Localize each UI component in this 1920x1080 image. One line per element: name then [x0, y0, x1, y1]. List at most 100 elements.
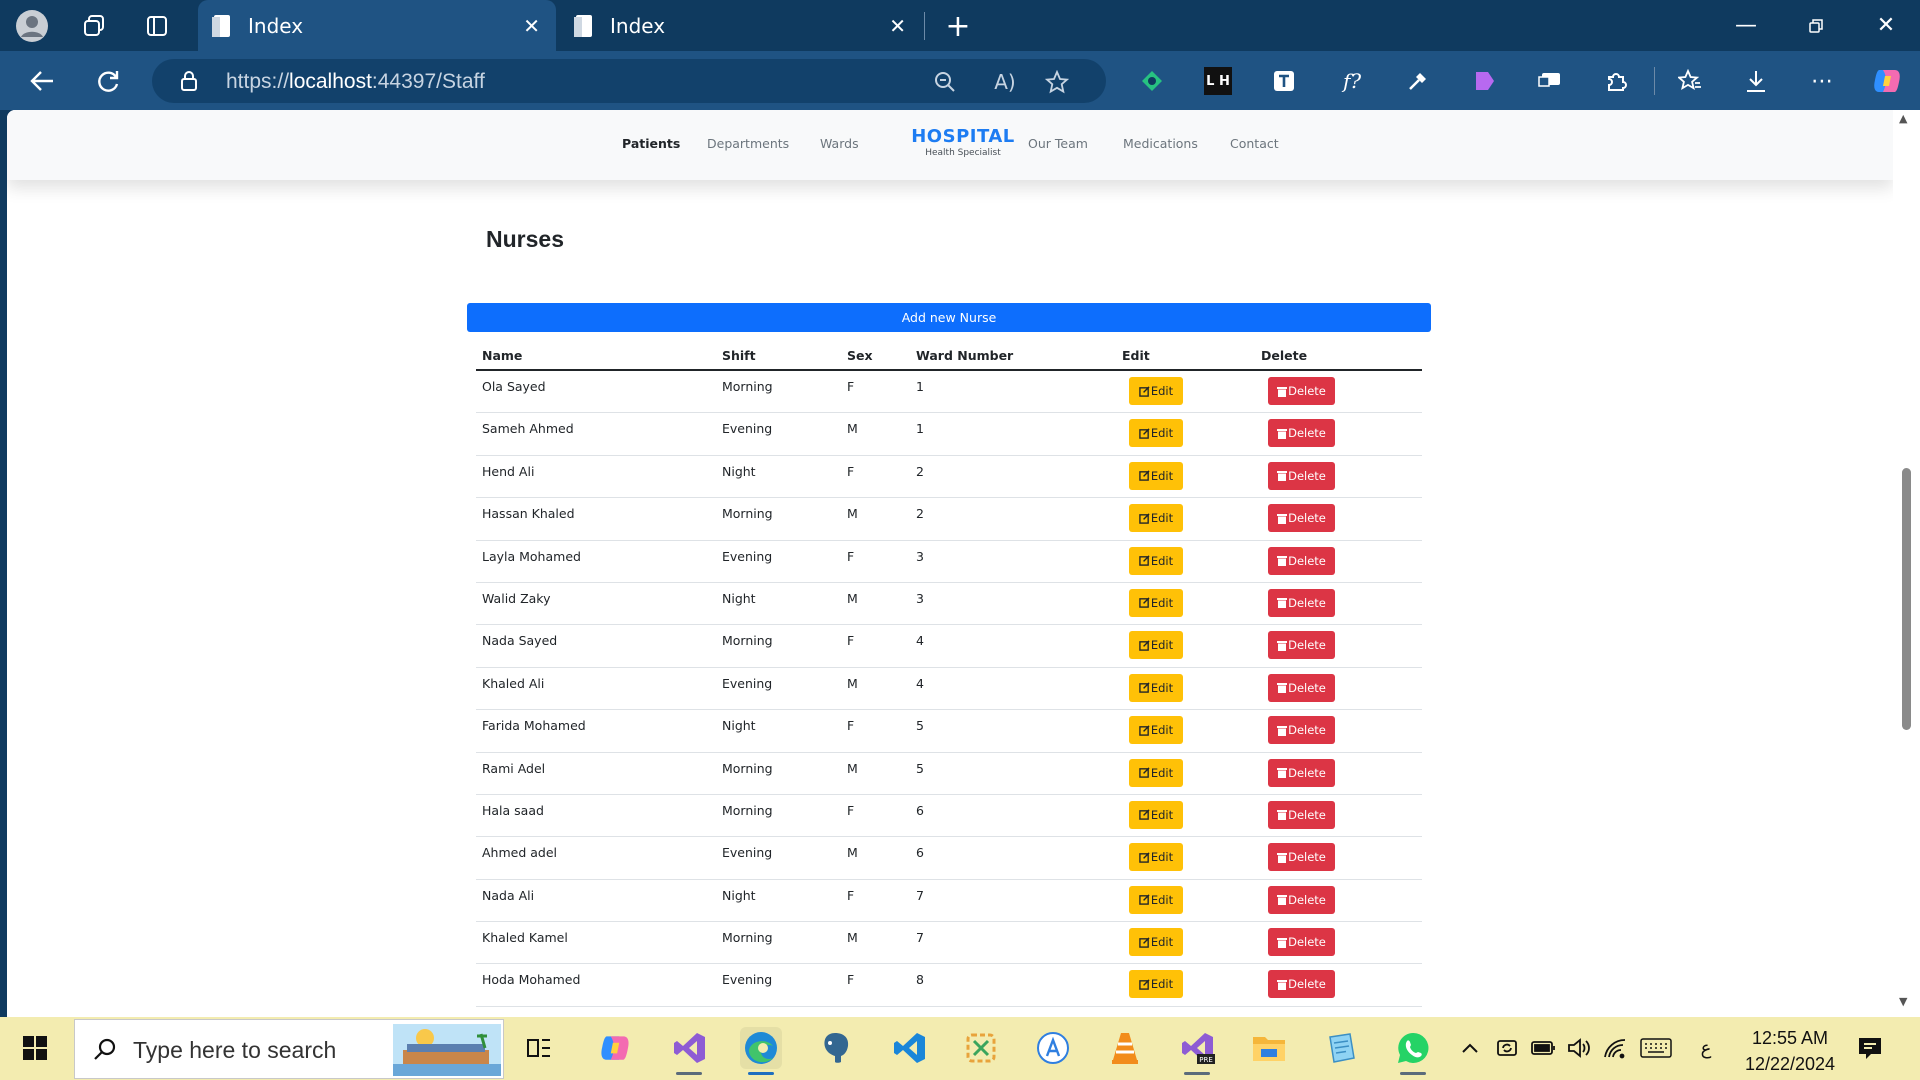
delete-button[interactable]: Delete	[1268, 928, 1335, 957]
new-tab-icon[interactable]: +	[938, 8, 978, 44]
zoom-out-icon[interactable]	[932, 69, 958, 95]
copilot-taskbar-icon[interactable]	[594, 1027, 636, 1069]
extension-t-icon[interactable]	[1270, 67, 1298, 95]
windows-start-icon[interactable]	[14, 1027, 56, 1069]
battery-icon[interactable]	[1526, 1027, 1560, 1069]
delete-button[interactable]: Delete	[1268, 758, 1335, 787]
extensions-puzzle-icon[interactable]	[1602, 67, 1630, 95]
edge-browser-icon[interactable]	[740, 1027, 782, 1075]
edit-button[interactable]: Edit	[1129, 716, 1183, 745]
delete-button[interactable]: Delete	[1268, 588, 1335, 617]
snipping-tool-icon[interactable]	[960, 1027, 1002, 1069]
delete-button[interactable]: Delete	[1268, 800, 1335, 829]
edit-button[interactable]: Edit	[1129, 377, 1183, 405]
favorite-star-icon[interactable]	[1044, 69, 1070, 95]
keyboard-icon[interactable]	[1636, 1027, 1676, 1069]
extension-lh-icon[interactable]: L H	[1204, 67, 1232, 95]
taskbar-search-box[interactable]: Type here to search	[74, 1019, 504, 1079]
add-nurse-button[interactable]: Add new Nurse	[467, 303, 1431, 332]
edit-button[interactable]: Edit	[1129, 419, 1183, 448]
visual-studio-preview-icon[interactable]: PRE	[1176, 1027, 1218, 1075]
font-finder-icon[interactable]: f?	[1336, 67, 1368, 95]
delete-button[interactable]: Delete	[1268, 631, 1335, 660]
delete-button[interactable]: Delete	[1268, 377, 1335, 405]
restore-icon[interactable]	[1782, 0, 1850, 51]
edit-button[interactable]: Edit	[1129, 800, 1183, 829]
nav-our-team[interactable]: Our Team	[1028, 136, 1088, 151]
visual-studio-icon[interactable]	[668, 1027, 710, 1075]
address-bar[interactable]: https://localhost:44397/Staff A)	[152, 59, 1106, 103]
show-hidden-icons-icon[interactable]	[1452, 1027, 1488, 1069]
refresh-icon[interactable]	[88, 61, 128, 101]
brand-logo[interactable]: HOSPITAL Health Specialist	[898, 126, 1028, 158]
delete-button[interactable]: Delete	[1268, 970, 1335, 999]
edit-button[interactable]: Edit	[1129, 758, 1183, 787]
edit-label: Edit	[1150, 595, 1174, 610]
minimize-icon[interactable]: —	[1712, 0, 1780, 51]
color-picker-icon[interactable]	[1404, 67, 1432, 95]
sync-icon[interactable]	[1490, 1027, 1524, 1069]
read-aloud-icon[interactable]: A)	[992, 69, 1018, 95]
more-options-icon[interactable]: ⋯	[1808, 67, 1836, 95]
workspaces-icon[interactable]	[74, 10, 114, 42]
edit-button[interactable]: Edit	[1129, 631, 1183, 660]
delete-button[interactable]: Delete	[1268, 885, 1335, 914]
edit-button[interactable]: Edit	[1129, 504, 1183, 533]
edit-button[interactable]: Edit	[1129, 885, 1183, 914]
delete-button[interactable]: Delete	[1268, 716, 1335, 745]
tab-index[interactable]: Index ✕	[566, 0, 922, 51]
vlc-icon[interactable]	[1104, 1027, 1146, 1069]
page-scrollbar[interactable]: ▲ ▼	[1893, 110, 1920, 1017]
whatsapp-icon[interactable]	[1392, 1027, 1434, 1075]
edit-button[interactable]: Edit	[1129, 461, 1183, 490]
delete-button[interactable]: Delete	[1268, 419, 1335, 448]
scroll-up-icon[interactable]: ▲	[1899, 112, 1907, 125]
download-icon[interactable]	[1742, 67, 1770, 95]
notifications-icon[interactable]	[1850, 1027, 1890, 1069]
close-tab-icon[interactable]: ✕	[889, 14, 906, 38]
nav-wards[interactable]: Wards	[820, 136, 859, 151]
scroll-down-icon[interactable]: ▼	[1899, 995, 1907, 1008]
edit-button[interactable]: Edit	[1129, 546, 1183, 575]
extension-green-icon[interactable]	[1138, 67, 1166, 95]
postgresql-icon[interactable]	[814, 1027, 856, 1069]
tab-actions-icon[interactable]	[137, 10, 177, 42]
close-window-icon[interactable]: ✕	[1852, 0, 1920, 51]
nav-patients[interactable]: Patients	[622, 136, 680, 151]
delete-button[interactable]: Delete	[1268, 461, 1335, 490]
tab-index-active[interactable]: Index ✕	[198, 0, 556, 51]
vscode-icon[interactable]	[888, 1027, 930, 1069]
back-icon[interactable]	[22, 61, 62, 101]
delete-button[interactable]: Delete	[1268, 546, 1335, 575]
nav-departments[interactable]: Departments	[707, 136, 789, 151]
edit-button[interactable]: Edit	[1129, 928, 1183, 957]
scroll-thumb[interactable]	[1902, 468, 1911, 730]
table-row: Hend Ali Night F 2 Edit Delete	[476, 456, 1422, 499]
copilot-icon[interactable]	[1870, 65, 1904, 97]
edit-button[interactable]: Edit	[1129, 970, 1183, 999]
app-store-icon[interactable]	[1032, 1027, 1074, 1069]
edit-button[interactable]: Edit	[1129, 588, 1183, 617]
profile-avatar-icon[interactable]	[12, 6, 52, 46]
extension-purple-icon[interactable]	[1470, 67, 1498, 95]
system-clock[interactable]: 12:55 AM 12/22/2024	[1740, 1025, 1840, 1077]
notepad-icon[interactable]	[1320, 1027, 1362, 1069]
close-tab-icon[interactable]: ✕	[523, 14, 540, 38]
nav-medications[interactable]: Medications	[1123, 136, 1198, 151]
delete-button[interactable]: Delete	[1268, 673, 1335, 702]
file-explorer-icon[interactable]	[1248, 1027, 1290, 1069]
edit-button[interactable]: Edit	[1129, 843, 1183, 872]
cell-shift: Evening	[722, 421, 773, 437]
task-view-icon[interactable]	[518, 1027, 560, 1069]
volume-icon[interactable]	[1562, 1027, 1596, 1069]
lock-icon[interactable]	[178, 69, 200, 93]
url-text[interactable]: https://localhost:44397/Staff	[226, 70, 485, 94]
delete-button[interactable]: Delete	[1268, 843, 1335, 872]
input-language-indicator[interactable]: ع	[1688, 1027, 1724, 1069]
extension-cast-icon[interactable]	[1536, 67, 1564, 95]
nav-contact[interactable]: Contact	[1230, 136, 1279, 151]
delete-button[interactable]: Delete	[1268, 504, 1335, 533]
favorites-icon[interactable]	[1676, 67, 1704, 95]
edit-button[interactable]: Edit	[1129, 673, 1183, 702]
wifi-icon[interactable]	[1598, 1027, 1632, 1069]
